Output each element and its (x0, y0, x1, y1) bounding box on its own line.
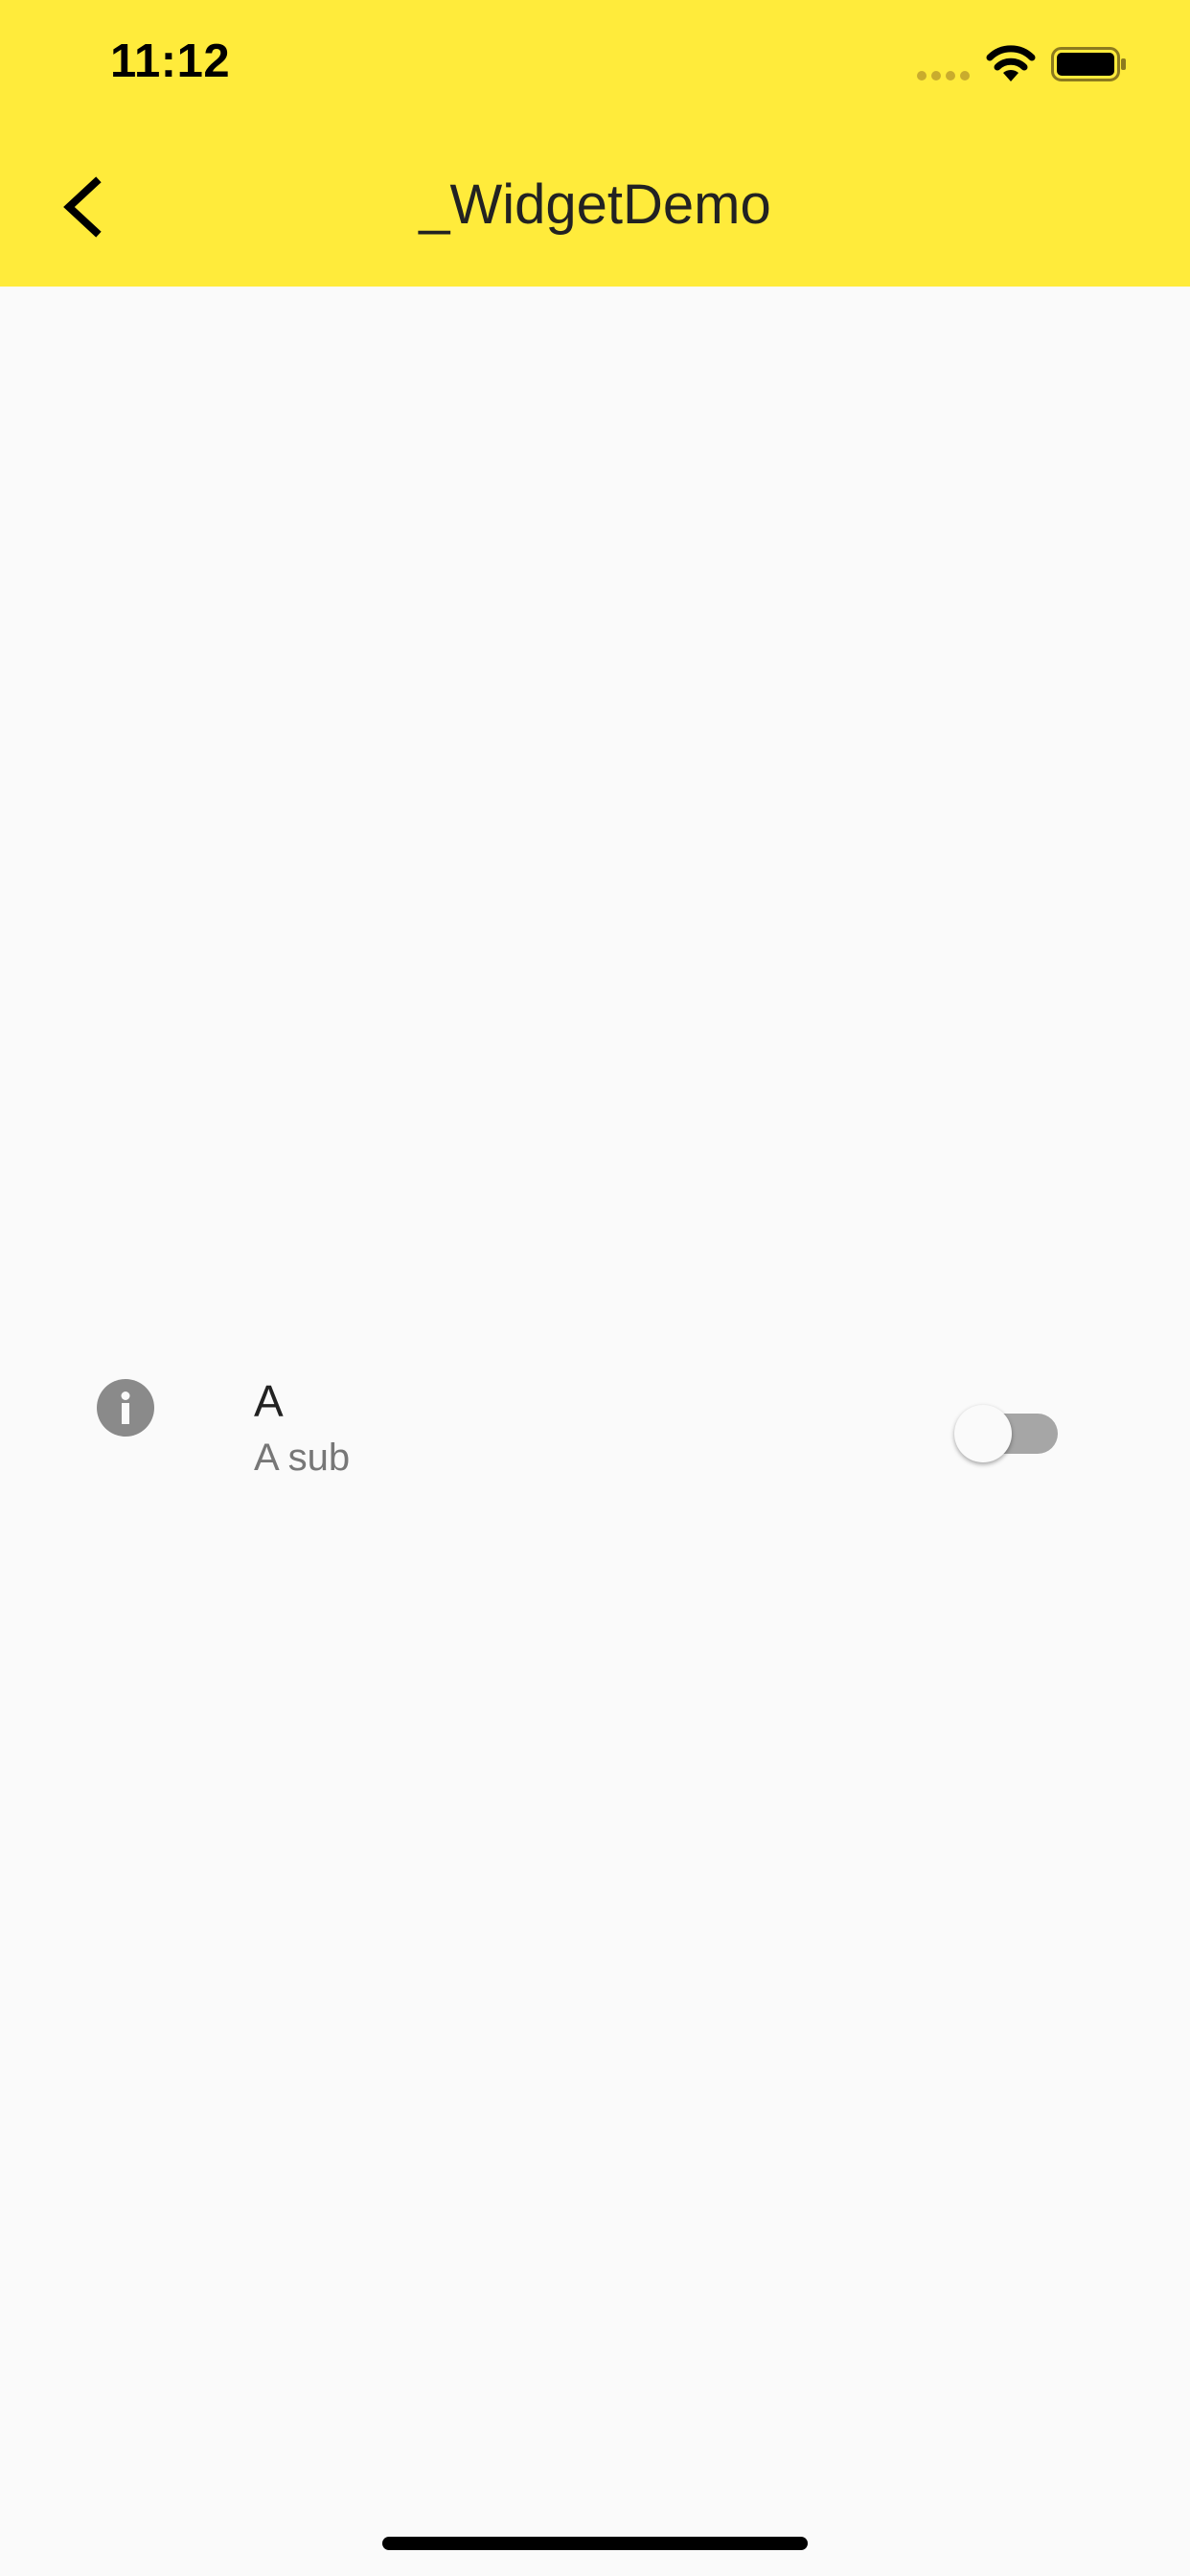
app-bar: 11:12 _WidgetDemo (0, 0, 1190, 287)
switch-thumb (954, 1405, 1012, 1462)
cellular-signal-icon (917, 71, 971, 80)
wifi-icon (986, 45, 1036, 81)
info-icon (97, 1379, 154, 1437)
status-time: 11:12 (110, 35, 231, 87)
list-tile-title: A (254, 1376, 284, 1426)
toggle-switch[interactable] (954, 1402, 1064, 1465)
home-indicator[interactable] (382, 2537, 808, 2550)
page-title: _WidgetDemo (419, 173, 771, 236)
list-tile-a[interactable]: A A sub (0, 1346, 1190, 1519)
list-tile-subtitle: A sub (254, 1437, 351, 1479)
battery-icon (1051, 47, 1126, 81)
